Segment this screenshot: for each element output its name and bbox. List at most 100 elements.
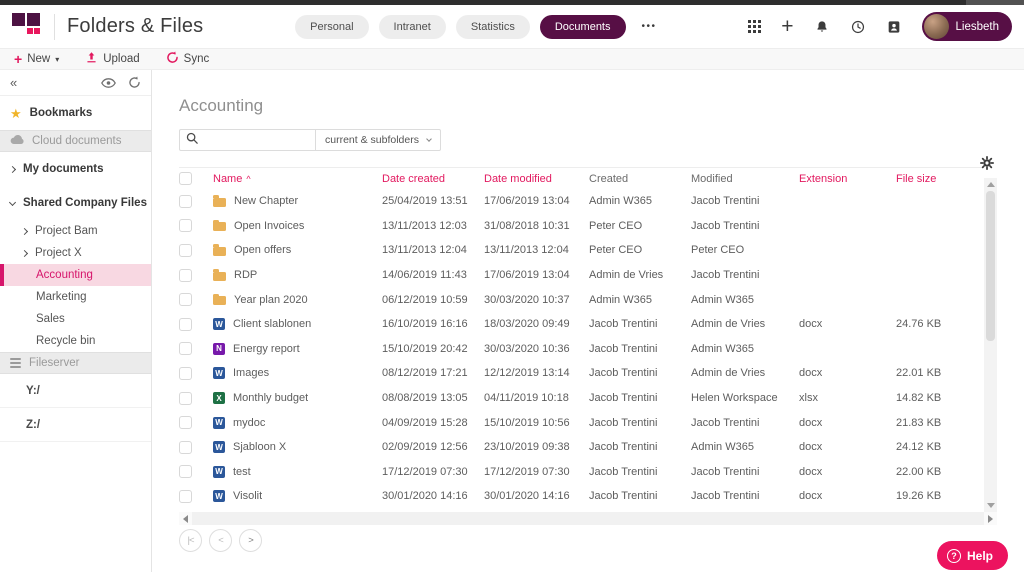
table-row[interactable]: Year plan 2020 06/12/2019 10:59 30/03/2020… <box>179 287 984 312</box>
row-checkbox[interactable] <box>179 465 192 479</box>
vertical-scrollbar[interactable] <box>984 178 997 512</box>
scroll-right-arrow-icon[interactable] <box>984 512 997 525</box>
app-header: Folders & Files Personal Intranet Statisti… <box>0 5 1024 49</box>
nav-pill-documents[interactable]: Documents <box>539 14 626 39</box>
row-checkbox[interactable] <box>179 317 192 331</box>
cell-modified-by: Admin de Vries <box>691 367 766 380</box>
help-button[interactable]: ? Help <box>936 541 1008 570</box>
table-row[interactable]: test 17/12/2019 07:30 17/12/2019 07:30 Jaco… <box>179 460 984 485</box>
table-row[interactable]: Images 08/12/2019 17:21 12/12/2019 13:14 Ja… <box>179 361 984 386</box>
column-header-date-created[interactable]: Date created <box>382 173 484 185</box>
sidebar-item-label: Y:/ <box>26 384 40 397</box>
nav-pill-personal[interactable]: Personal <box>295 14 369 39</box>
cell-created-by: Peter CEO <box>589 219 643 232</box>
word-file-icon <box>213 416 225 429</box>
search-input[interactable] <box>204 134 304 146</box>
sidebar-item-shared-company-files[interactable]: Shared Company Files <box>0 186 151 220</box>
word-file-icon <box>213 441 225 454</box>
row-checkbox[interactable] <box>179 489 192 503</box>
horizontal-scrollbar[interactable] <box>179 512 997 525</box>
sidebar-item-fileserver[interactable]: Fileserver <box>0 352 151 374</box>
sidebar-item-cloud-documents[interactable]: Cloud documents <box>0 130 151 152</box>
row-checkbox[interactable] <box>179 293 192 307</box>
column-header-date-modified[interactable]: Date modified <box>484 173 589 185</box>
search-scope-select[interactable]: current & subfolders <box>316 129 441 151</box>
sidebar-item-recycle-bin[interactable]: Recycle bin <box>0 330 151 352</box>
sidebar-item-project-x[interactable]: Project X <box>0 242 151 264</box>
row-checkbox[interactable] <box>179 366 192 380</box>
table-row[interactable]: Energy report 15/10/2019 20:42 30/03/2020 … <box>179 337 984 362</box>
contacts-icon[interactable] <box>886 19 902 35</box>
table-row[interactable]: RDP 14/06/2019 11:43 17/06/2019 13:04 Admin… <box>179 263 984 288</box>
scroll-up-arrow-icon[interactable] <box>986 182 995 187</box>
cell-extension: docx <box>799 441 823 454</box>
upload-button[interactable]: Upload <box>85 51 140 67</box>
more-menu-button[interactable]: ••• <box>642 21 657 32</box>
sidebar-item-marketing[interactable]: Marketing <box>0 286 151 308</box>
cell-date-created: 04/09/2019 15:28 <box>382 416 468 429</box>
table-row[interactable]: mydoc 04/09/2019 15:28 15/10/2019 10:56 Jac… <box>179 410 984 435</box>
nav-pill-statistics[interactable]: Statistics <box>455 14 530 39</box>
new-button[interactable]: + New ▾ <box>14 52 59 66</box>
sidebar-item-y[interactable]: Y:/ <box>0 374 151 408</box>
app-logo-icon[interactable] <box>12 12 42 42</box>
table-row[interactable]: Open offers 13/11/2013 12:04 13/11/2013 12… <box>179 238 984 263</box>
sidebar-item-accounting[interactable]: Accounting <box>0 264 151 286</box>
user-menu[interactable]: Liesbeth <box>921 12 1012 41</box>
scroll-left-arrow-icon[interactable] <box>179 512 192 525</box>
column-header-label: Extension <box>799 172 848 185</box>
sidebar-item-my-documents[interactable]: My documents <box>0 152 151 186</box>
select-all-checkbox[interactable] <box>179 172 192 185</box>
notifications-bell-icon[interactable] <box>814 19 830 35</box>
file-name: Client slablonen <box>233 318 312 331</box>
table-row[interactable]: New Chapter 25/04/2019 13:51 17/06/2019 13… <box>179 189 984 214</box>
cell-file-size: 24.76 KB <box>896 318 942 331</box>
chevron-right-icon <box>20 227 29 235</box>
sidebar-item-bookmarks[interactable]: ★ Bookmarks <box>0 96 151 130</box>
table-row[interactable]: Monthly budget 08/08/2019 13:05 04/11/2019… <box>179 386 984 411</box>
app-launcher-icon[interactable] <box>748 20 762 33</box>
file-name-cell: test <box>213 465 382 478</box>
row-checkbox[interactable] <box>179 219 192 233</box>
row-checkbox[interactable] <box>179 391 192 405</box>
refresh-icon[interactable] <box>128 76 141 89</box>
vertical-scroll-thumb[interactable] <box>986 191 995 342</box>
sidebar-item-sales[interactable]: Sales <box>0 308 151 330</box>
column-settings-gear-icon[interactable] <box>980 156 994 175</box>
column-header-modified[interactable]: Modified <box>691 173 799 185</box>
file-name-cell: Visolit <box>213 490 382 503</box>
onenote-file-icon <box>213 342 225 355</box>
collapse-sidebar-icon[interactable]: « <box>10 75 17 90</box>
pagination-previous-page-button[interactable]: < <box>209 529 232 552</box>
row-checkbox[interactable] <box>179 342 192 356</box>
row-checkbox[interactable] <box>179 194 192 208</box>
table-row[interactable]: Open Invoices 13/11/2013 12:03 31/08/2018 … <box>179 214 984 239</box>
column-header-extension[interactable]: Extension <box>799 173 896 185</box>
table-row[interactable]: Client slablonen 16/10/2019 16:16 18/03/20… <box>179 312 984 337</box>
row-checkbox[interactable] <box>179 416 192 430</box>
pagination-first-page-button[interactable]: |< <box>179 529 202 552</box>
row-checkbox[interactable] <box>179 268 192 282</box>
column-header-name[interactable]: Name ^ <box>213 173 382 185</box>
sidebar-item-z[interactable]: Z:/ <box>0 408 151 442</box>
column-header-created[interactable]: Created <box>589 173 691 185</box>
sidebar-item-label: Cloud documents <box>32 135 122 147</box>
sidebar-item-project-bam[interactable]: Project Bam <box>0 220 151 242</box>
row-checkbox[interactable] <box>179 243 192 257</box>
add-icon[interactable]: + <box>781 16 793 37</box>
table-row[interactable]: Visolit 30/01/2020 14:16 30/01/2020 14:16 J… <box>179 484 984 509</box>
sync-button[interactable]: Sync <box>166 51 209 67</box>
row-checkbox[interactable] <box>179 440 192 454</box>
column-header-file-size[interactable]: File size <box>896 173 984 185</box>
nav-pill-intranet[interactable]: Intranet <box>378 14 446 39</box>
word-file-icon <box>213 318 225 331</box>
eye-icon[interactable] <box>101 77 116 88</box>
recent-clock-icon[interactable] <box>850 19 866 35</box>
file-name: RDP <box>234 269 258 282</box>
horizontal-scroll-track[interactable] <box>192 512 984 525</box>
pagination-next-page-button[interactable]: > <box>239 529 262 552</box>
table-row[interactable]: Sjabloon X 02/09/2019 12:56 23/10/2019 09:… <box>179 435 984 460</box>
cell-file-size: 22.00 KB <box>896 465 942 478</box>
scroll-down-arrow-icon[interactable] <box>986 503 995 508</box>
row-checkbox-cell <box>179 219 213 233</box>
